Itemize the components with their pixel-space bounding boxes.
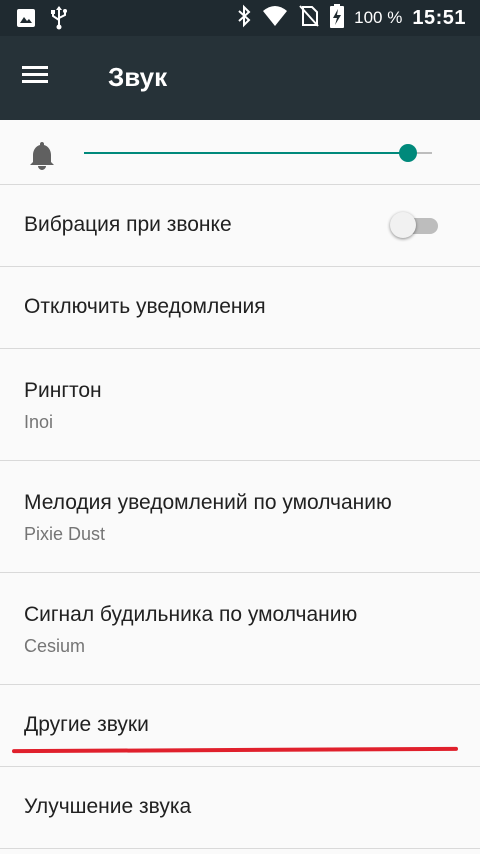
- alarm-sound-row[interactable]: Сигнал будильника по умолчанию Cesium: [0, 573, 480, 684]
- ring-volume-row: [0, 120, 480, 184]
- volume-slider[interactable]: [84, 144, 432, 162]
- other-sounds-row[interactable]: Другие звуки: [0, 685, 480, 766]
- ringtone-label: Рингтон: [24, 379, 102, 402]
- vibrate-on-ring-toggle[interactable]: [390, 212, 440, 238]
- vibrate-on-ring-row[interactable]: Вибрация при звонке: [0, 185, 480, 266]
- usb-icon: [50, 6, 68, 35]
- status-bar: 100 % 15:51: [0, 0, 480, 36]
- toggle-thumb: [390, 212, 416, 238]
- battery-charging-icon: [330, 3, 345, 33]
- sound-enhancement-label: Улучшение звука: [24, 795, 192, 818]
- clock: 15:51: [412, 6, 466, 29]
- divider: [0, 848, 480, 849]
- do-not-disturb-label: Отключить уведомления: [24, 295, 266, 318]
- image-icon: [16, 8, 36, 33]
- sound-enhancement-row[interactable]: Улучшение звука: [0, 767, 480, 848]
- vibrate-on-ring-label: Вибрация при звонке: [24, 213, 232, 236]
- notification-sound-row[interactable]: Мелодия уведомлений по умолчанию Pixie D…: [0, 461, 480, 572]
- no-sim-icon: [298, 4, 320, 33]
- alarm-sound-label: Сигнал будильника по умолчанию: [24, 603, 358, 626]
- notification-sound-value: Pixie Dust: [24, 524, 106, 544]
- bell-icon: [28, 140, 56, 175]
- toolbar: Звук: [0, 36, 480, 120]
- ringtone-value: Inoi: [24, 412, 54, 432]
- highlight-underline: [11, 746, 459, 754]
- notification-sound-label: Мелодия уведомлений по умолчанию: [24, 491, 392, 514]
- battery-percent: 100 %: [354, 8, 403, 27]
- alarm-sound-value: Cesium: [24, 636, 86, 656]
- page-title: Звук: [108, 62, 168, 92]
- volume-slider-fill: [84, 152, 408, 154]
- wifi-icon: [262, 5, 288, 32]
- ringtone-row[interactable]: Рингтон Inoi: [0, 349, 480, 460]
- other-sounds-label: Другие звуки: [24, 713, 149, 736]
- do-not-disturb-row[interactable]: Отключить уведомления: [0, 267, 480, 348]
- settings-list: Вибрация при звонке Отключить уведомлени…: [0, 120, 480, 849]
- menu-icon[interactable]: [22, 62, 56, 94]
- volume-slider-thumb[interactable]: [398, 144, 417, 162]
- bluetooth-icon: [236, 4, 252, 33]
